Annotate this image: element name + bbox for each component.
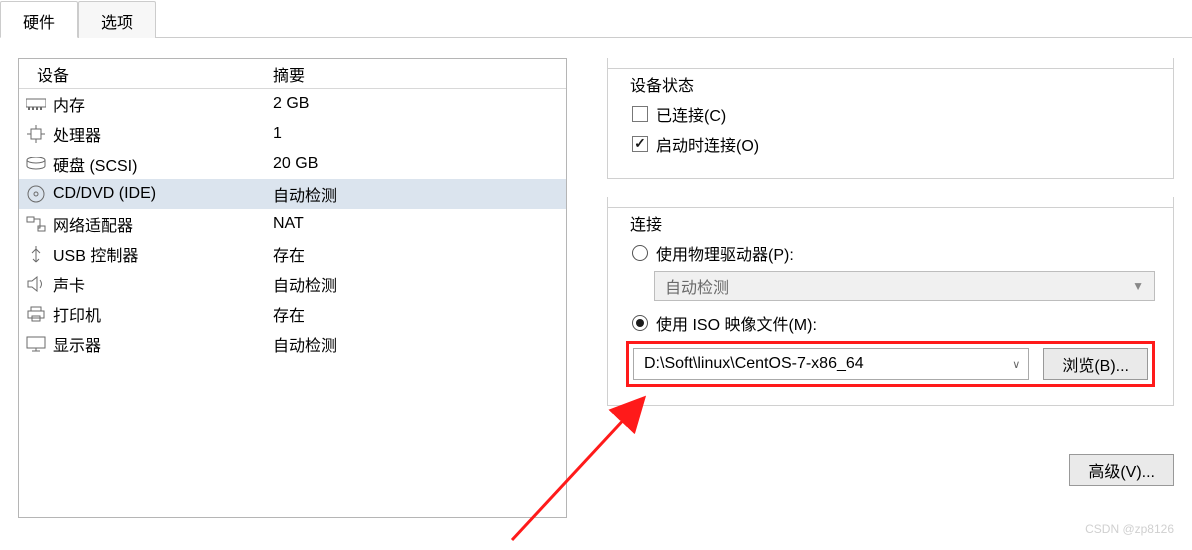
tab-options[interactable]: 选项	[78, 1, 156, 38]
row-summary: 自动检测	[263, 272, 566, 296]
connected-checkbox[interactable]	[632, 106, 648, 122]
row-summary: 1	[263, 125, 566, 143]
use-physical-radio[interactable]	[632, 245, 648, 261]
connect-on-poweron-checkbox[interactable]	[632, 136, 648, 152]
row-summary: 存在	[263, 302, 566, 326]
physical-drive-value: 自动检测	[665, 274, 729, 298]
physical-drive-select: 自动检测 ▼	[654, 271, 1155, 301]
status-legend: 设备状态	[626, 72, 700, 96]
cpu-icon	[25, 125, 47, 143]
browse-button[interactable]: 浏览(B)...	[1043, 348, 1148, 380]
memory-icon	[25, 95, 47, 113]
row-summary: 自动检测	[263, 182, 566, 206]
display-icon	[25, 335, 47, 353]
row-label: USB 控制器	[53, 242, 138, 266]
row-label: 声卡	[53, 272, 85, 296]
device-list: 设备 摘要 内存 2 GB 处理器 1 硬盘 (SCSI) 20 GB	[18, 58, 567, 518]
iso-highlight-box: D:\Soft\linux\CentOS-7-x86_64 ∨ 浏览(B)...	[626, 341, 1155, 387]
advanced-button[interactable]: 高级(V)...	[1069, 454, 1174, 486]
usb-icon	[25, 245, 47, 263]
table-row[interactable]: 声卡 自动检测	[19, 269, 566, 299]
row-summary: 存在	[263, 242, 566, 266]
row-summary: NAT	[263, 215, 566, 233]
row-label: 处理器	[53, 122, 101, 146]
chevron-down-icon: ∨	[1012, 358, 1020, 371]
connection-legend: 连接	[626, 211, 668, 235]
network-icon	[25, 215, 47, 233]
table-row[interactable]: 打印机 存在	[19, 299, 566, 329]
col-summary[interactable]: 摘要	[263, 62, 566, 86]
row-label: 硬盘 (SCSI)	[53, 152, 137, 176]
connected-label: 已连接(C)	[656, 102, 726, 126]
row-summary: 20 GB	[263, 155, 566, 173]
table-row[interactable]: 硬盘 (SCSI) 20 GB	[19, 149, 566, 179]
disk-icon	[25, 155, 47, 173]
cd-icon	[25, 185, 47, 203]
tab-hardware[interactable]: 硬件	[0, 1, 78, 38]
row-label: 网络适配器	[53, 212, 133, 236]
printer-icon	[25, 305, 47, 323]
use-iso-label: 使用 ISO 映像文件(M):	[656, 311, 817, 335]
watermark: CSDN @zp8126	[1085, 522, 1174, 536]
row-label: 显示器	[53, 332, 101, 356]
sound-icon	[25, 275, 47, 293]
col-device[interactable]: 设备	[19, 62, 263, 86]
table-row[interactable]: 内存 2 GB	[19, 89, 566, 119]
use-iso-radio[interactable]	[632, 315, 648, 331]
iso-file-select[interactable]: D:\Soft\linux\CentOS-7-x86_64 ∨	[633, 348, 1029, 380]
row-summary: 自动检测	[263, 332, 566, 356]
iso-file-value: D:\Soft\linux\CentOS-7-x86_64	[644, 355, 864, 373]
connection-group: 连接 使用物理驱动器(P): 自动检测 ▼ 使用 ISO 映像文件(M): D:…	[607, 197, 1174, 406]
chevron-down-icon: ▼	[1132, 279, 1144, 293]
row-label: 打印机	[53, 302, 101, 326]
table-header: 设备 摘要	[19, 59, 566, 89]
use-physical-label: 使用物理驱动器(P):	[656, 241, 794, 265]
row-label: 内存	[53, 92, 85, 116]
row-label: CD/DVD (IDE)	[53, 185, 156, 203]
table-row[interactable]: CD/DVD (IDE) 自动检测	[19, 179, 566, 209]
table-row[interactable]: 网络适配器 NAT	[19, 209, 566, 239]
connect-on-poweron-label: 启动时连接(O)	[656, 132, 759, 156]
row-summary: 2 GB	[263, 95, 566, 113]
table-row[interactable]: USB 控制器 存在	[19, 239, 566, 269]
table-row[interactable]: 处理器 1	[19, 119, 566, 149]
device-status-group: 设备状态 已连接(C) 启动时连接(O)	[607, 58, 1174, 179]
table-row[interactable]: 显示器 自动检测	[19, 329, 566, 359]
